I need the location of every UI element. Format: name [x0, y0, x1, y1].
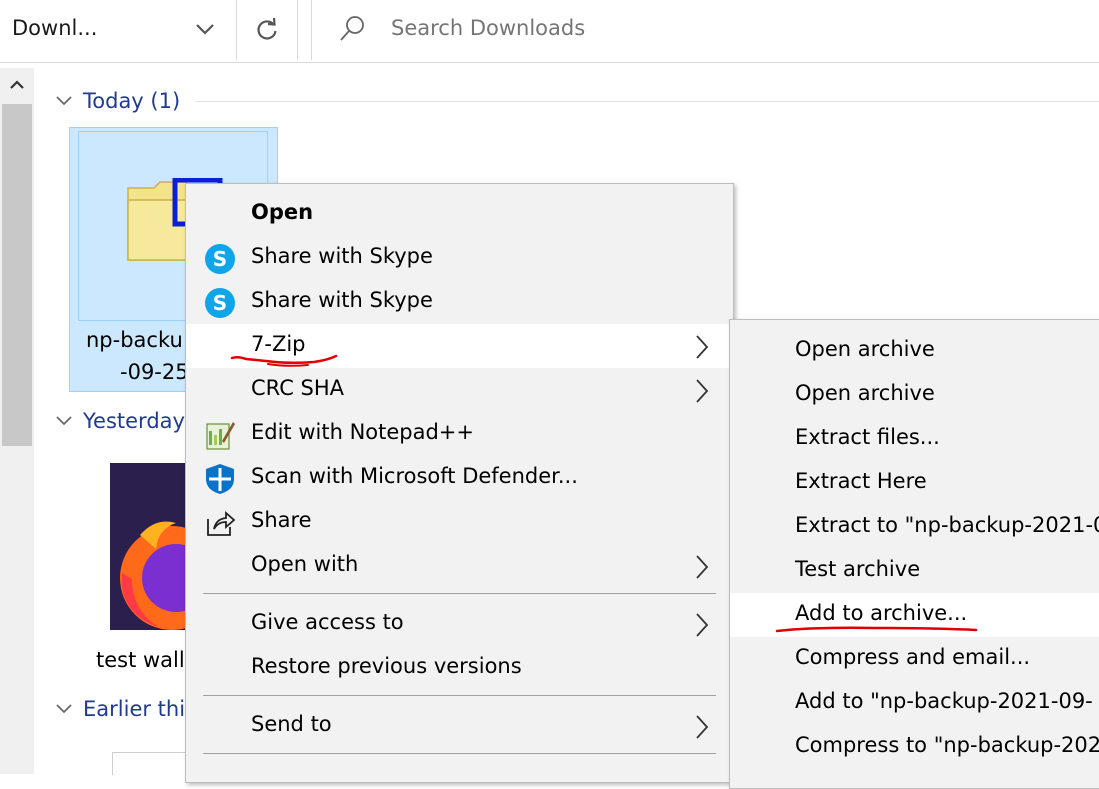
defender-shield-icon — [204, 463, 236, 495]
search-icon — [339, 14, 367, 48]
menu-item-label: Restore previous versions — [251, 654, 522, 678]
menu-separator — [203, 695, 716, 696]
collapse-group-icon[interactable] — [55, 93, 73, 109]
submenu-item-compress-to[interactable]: Compress to "np-backup-202 — [730, 725, 1099, 769]
submenu-item-add-to-named[interactable]: Add to "np-backup-2021-09- — [730, 681, 1099, 725]
menu-item-label: Give access to — [251, 610, 404, 634]
menu-item-label: Share with Skype — [251, 288, 433, 312]
scroll-thumb[interactable] — [2, 104, 32, 446]
chevron-right-icon — [696, 335, 709, 359]
chevron-right-icon — [696, 613, 709, 637]
menu-separator — [203, 593, 716, 594]
file-thumbnail[interactable] — [112, 752, 193, 775]
submenu-item-extract-to[interactable]: Extract to "np-backup-2021-0 — [730, 505, 1099, 549]
menu-separator — [203, 753, 716, 754]
submenu-item-label: Compress and email... — [795, 645, 1031, 669]
skype-icon: S — [204, 243, 236, 275]
menu-item-crc-sha[interactable]: CRC SHA — [186, 368, 733, 412]
chevron-right-icon — [696, 555, 709, 579]
menu-item-label: Open — [251, 200, 314, 224]
chevron-right-icon — [696, 379, 709, 403]
submenu-item-label: Extract Here — [795, 469, 927, 493]
menu-item-label: Share with Skype — [251, 244, 433, 268]
skype-icon: S — [204, 287, 236, 319]
submenu-item-compress-email[interactable]: Compress and email... — [730, 637, 1099, 681]
menu-item-share-skype[interactable]: S Share with Skype — [186, 280, 733, 324]
file-thumbnail[interactable] — [110, 463, 190, 630]
menu-item-send-to[interactable]: Send to — [186, 704, 733, 748]
submenu-item-label: Compress to "np-backup-202 — [795, 733, 1099, 757]
submenu-item-label: Add to "np-backup-2021-09- — [795, 689, 1093, 713]
collapse-group-icon[interactable] — [55, 701, 73, 717]
submenu-item-extract-here[interactable]: Extract Here — [730, 461, 1099, 505]
menu-item-share[interactable]: Share — [186, 500, 733, 544]
menu-item-share-skype[interactable]: S Share with Skype — [186, 236, 733, 280]
menu-item-open-with[interactable]: Open with — [186, 544, 733, 588]
chevron-up-icon — [10, 80, 24, 89]
chevron-down-icon[interactable] — [190, 14, 220, 44]
menu-item-edit-notepad[interactable]: Edit with Notepad++ — [186, 412, 733, 456]
red-underline-annotation — [775, 626, 978, 633]
submenu-item-open-archive[interactable]: Open archive — [730, 329, 1099, 373]
file-name: np-backu — [86, 328, 183, 352]
scroll-up-button[interactable] — [0, 68, 34, 104]
file-name: test wall — [96, 648, 185, 672]
group-header-today[interactable]: Today (1) — [83, 89, 180, 113]
menu-item-label: Edit with Notepad++ — [251, 420, 475, 444]
menu-item-give-access[interactable]: Give access to — [186, 602, 733, 646]
submenu-item-test-archive[interactable]: Test archive — [730, 549, 1099, 593]
top-bar: Downl... — [0, 0, 1099, 63]
group-divider — [196, 101, 1099, 102]
vertical-scrollbar[interactable] — [0, 68, 34, 774]
search-input[interactable] — [391, 16, 791, 40]
submenu-7zip: Open archive Open archive Extract files.… — [729, 319, 1099, 789]
notepad-plus-plus-icon — [204, 419, 236, 451]
menu-item-label: Send to — [251, 712, 332, 736]
svg-text:S: S — [213, 247, 227, 271]
file-name-continued: -09-25 — [120, 360, 189, 384]
address-bar[interactable]: Downl... — [0, 0, 237, 60]
firefox-logo-icon — [120, 521, 190, 630]
red-underline-annotation — [230, 354, 338, 367]
context-menu: Open S Share with Skype S Share with Sky… — [185, 183, 734, 783]
group-header-earlier[interactable]: Earlier thi — [83, 697, 185, 721]
submenu-item-label: Test archive — [795, 557, 921, 581]
menu-item-label: Scan with Microsoft Defender... — [251, 464, 578, 488]
refresh-icon — [257, 17, 277, 40]
menu-item-open[interactable]: Open — [186, 192, 733, 236]
refresh-button[interactable] — [237, 0, 298, 60]
group-header-yesterday[interactable]: Yesterday — [83, 409, 185, 433]
menu-item-scan-defender[interactable]: Scan with Microsoft Defender... — [186, 456, 733, 500]
address-text[interactable]: Downl... — [12, 16, 97, 40]
submenu-item-label: Extract to "np-backup-2021-0 — [795, 513, 1099, 537]
submenu-item-label: Open archive — [795, 337, 935, 361]
search-box[interactable] — [311, 0, 1099, 60]
menu-item-label: CRC SHA — [251, 376, 345, 400]
menu-item-label: Share — [251, 508, 312, 532]
menu-item-label: Open with — [251, 552, 359, 576]
menu-item-restore-versions[interactable]: Restore previous versions — [186, 646, 733, 690]
submenu-item-open-archive[interactable]: Open archive — [730, 373, 1099, 417]
submenu-item-label: Extract files... — [795, 425, 940, 449]
submenu-item-label: Open archive — [795, 381, 935, 405]
chevron-right-icon — [696, 715, 709, 739]
share-icon — [204, 507, 236, 539]
svg-text:S: S — [213, 291, 227, 315]
collapse-group-icon[interactable] — [55, 413, 73, 429]
submenu-item-extract-files[interactable]: Extract files... — [730, 417, 1099, 461]
